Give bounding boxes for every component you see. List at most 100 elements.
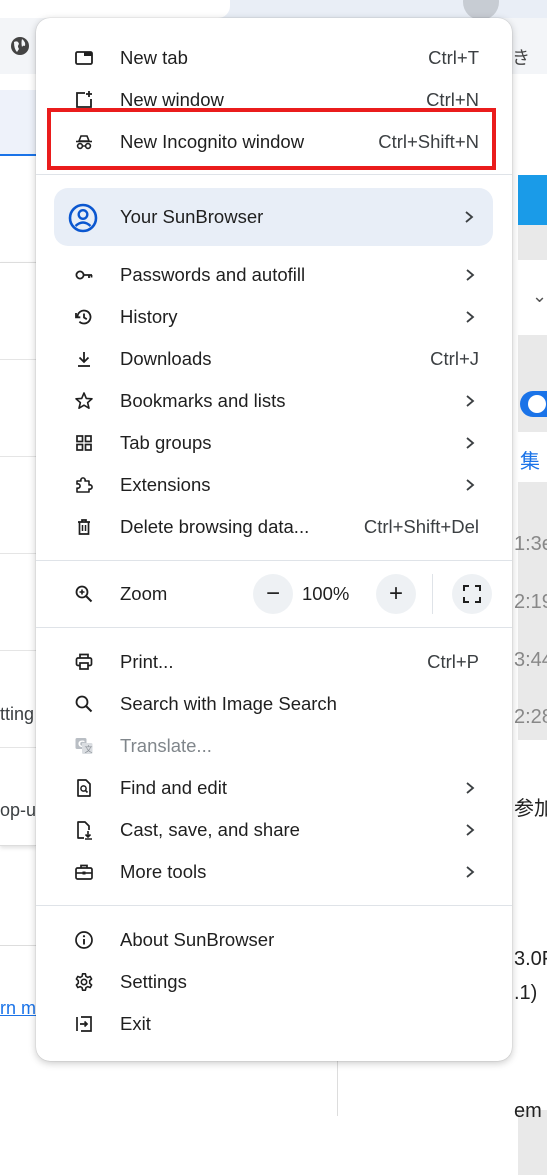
menu-item-tab-groups[interactable]: Tab groups — [36, 422, 512, 464]
menu-item-print[interactable]: Print... Ctrl+P — [36, 641, 512, 683]
menu-item-label: Downloads — [120, 348, 212, 369]
key-icon — [72, 263, 96, 287]
zoom-label-row: Zoom — [36, 573, 236, 615]
zoom-separator — [432, 574, 433, 614]
active-tab[interactable] — [0, 0, 230, 18]
menu-item-downloads[interactable]: Downloads Ctrl+J — [36, 338, 512, 380]
learn-more-link[interactable]: rn m — [0, 998, 36, 1019]
zoom-label: Zoom — [120, 583, 168, 604]
divider — [337, 1056, 338, 1116]
chevron-right-icon — [466, 479, 475, 491]
divider — [0, 945, 36, 946]
puzzle-icon — [72, 473, 96, 497]
menu-item-label: Passwords and autofill — [120, 264, 306, 285]
menu-divider — [36, 560, 512, 561]
menu-item-settings[interactable]: Settings — [36, 961, 512, 1003]
shortcut-text: Ctrl+J — [430, 348, 479, 369]
menu-item-search-with-image-search[interactable]: Search with Image Search — [36, 683, 512, 725]
background-text: .1) — [514, 982, 538, 1004]
background-time: 2:28 — [514, 706, 547, 728]
background-selected-panel — [0, 90, 36, 156]
fullscreen-icon — [463, 585, 481, 603]
exit-icon — [72, 1012, 96, 1036]
zoom-level: 100% — [302, 583, 350, 604]
background-time: 2:19 — [514, 591, 547, 613]
gear-icon — [72, 970, 96, 994]
menu-item-history[interactable]: History — [36, 296, 512, 338]
background-toggle[interactable] — [520, 391, 547, 417]
new-tab-icon — [72, 46, 96, 70]
background-text: 3.0F — [514, 948, 547, 970]
chevron-right-icon — [466, 269, 475, 281]
menu-item-new-tab[interactable]: New tab Ctrl+T — [36, 37, 512, 79]
shortcut-text: Ctrl+T — [428, 47, 479, 68]
fullscreen-button[interactable] — [452, 574, 492, 614]
menu-item-more-tools[interactable]: More tools — [36, 851, 512, 893]
menu-item-passwords[interactable]: Passwords and autofill — [36, 254, 512, 296]
menu-item-translate[interactable]: G文 Translate... — [36, 725, 512, 767]
background-time: 1:3e — [514, 533, 547, 555]
menu-item-label: Translate... — [120, 735, 212, 756]
menu-item-label: Exit — [120, 1013, 151, 1034]
menu-item-label: History — [120, 306, 178, 327]
menu-divider — [36, 174, 512, 175]
chevron-down-icon[interactable]: ⌄ — [532, 286, 547, 307]
download-icon — [72, 347, 96, 371]
svg-text:文: 文 — [85, 744, 93, 754]
chevron-right-icon — [465, 211, 474, 223]
menu-item-label: About SunBrowser — [120, 929, 275, 950]
menu-item-your-profile[interactable]: Your SunBrowser — [54, 188, 493, 246]
background-time: 3:44 — [514, 649, 547, 671]
menu-zoom-row: Zoom − 100% + — [36, 571, 512, 617]
search-icon — [72, 692, 96, 716]
menu-item-label: More tools — [120, 861, 207, 882]
history-icon — [72, 305, 96, 329]
highlight-box — [47, 108, 496, 170]
account-circle-icon — [68, 203, 98, 233]
menu-item-bookmarks[interactable]: Bookmarks and lists — [36, 380, 512, 422]
background-text: op-u — [0, 800, 37, 820]
chevron-right-icon — [466, 437, 475, 449]
menu-divider — [36, 627, 512, 628]
browser-main-menu: New tab Ctrl+T New window Ctrl+N New Inc… — [36, 18, 512, 1061]
chevron-right-icon — [466, 311, 475, 323]
background-cjk-text: き — [512, 48, 530, 68]
menu-item-extensions[interactable]: Extensions — [36, 464, 512, 506]
grid-icon — [72, 431, 96, 455]
menu-item-label: Find and edit — [120, 777, 227, 798]
save-page-icon — [72, 818, 96, 842]
find-page-icon — [72, 776, 96, 800]
shortcut-text: Ctrl+P — [427, 651, 479, 672]
menu-item-cast-save-share[interactable]: Cast, save, and share — [36, 809, 512, 851]
toolbox-icon — [72, 860, 96, 884]
background-text: tting — [0, 704, 35, 724]
globe-icon[interactable] — [10, 36, 30, 56]
chevron-right-icon — [466, 782, 475, 794]
translate-icon: G文 — [72, 734, 96, 758]
background-text: 参加 — [514, 798, 547, 820]
menu-item-exit[interactable]: Exit — [36, 1003, 512, 1045]
zoom-out-button[interactable]: − — [253, 574, 293, 614]
menu-item-label: Delete browsing data... — [120, 516, 310, 537]
chevron-right-icon — [466, 395, 475, 407]
menu-item-find-and-edit[interactable]: Find and edit — [36, 767, 512, 809]
background-cjk-link[interactable]: 集 — [520, 445, 540, 474]
menu-item-label: Your SunBrowser — [120, 206, 264, 227]
background-text: em — [514, 1100, 542, 1122]
menu-item-label: Settings — [120, 971, 187, 992]
zoom-in-button[interactable]: + — [376, 574, 416, 614]
info-icon — [72, 928, 96, 952]
menu-item-label: Tab groups — [120, 432, 212, 453]
printer-icon — [72, 650, 96, 674]
menu-item-about[interactable]: About SunBrowser — [36, 919, 512, 961]
background-card — [0, 262, 36, 846]
chevron-right-icon — [466, 866, 475, 878]
menu-item-label: Print... — [120, 651, 174, 672]
menu-divider — [36, 905, 512, 906]
trash-icon — [72, 515, 96, 539]
shortcut-text: Ctrl+Shift+Del — [363, 516, 479, 537]
chevron-right-icon — [466, 824, 475, 836]
menu-item-delete-browsing-data[interactable]: Delete browsing data... Ctrl+Shift+Del — [36, 506, 512, 548]
menu-item-label: Search with Image Search — [120, 693, 337, 714]
star-icon — [72, 389, 96, 413]
